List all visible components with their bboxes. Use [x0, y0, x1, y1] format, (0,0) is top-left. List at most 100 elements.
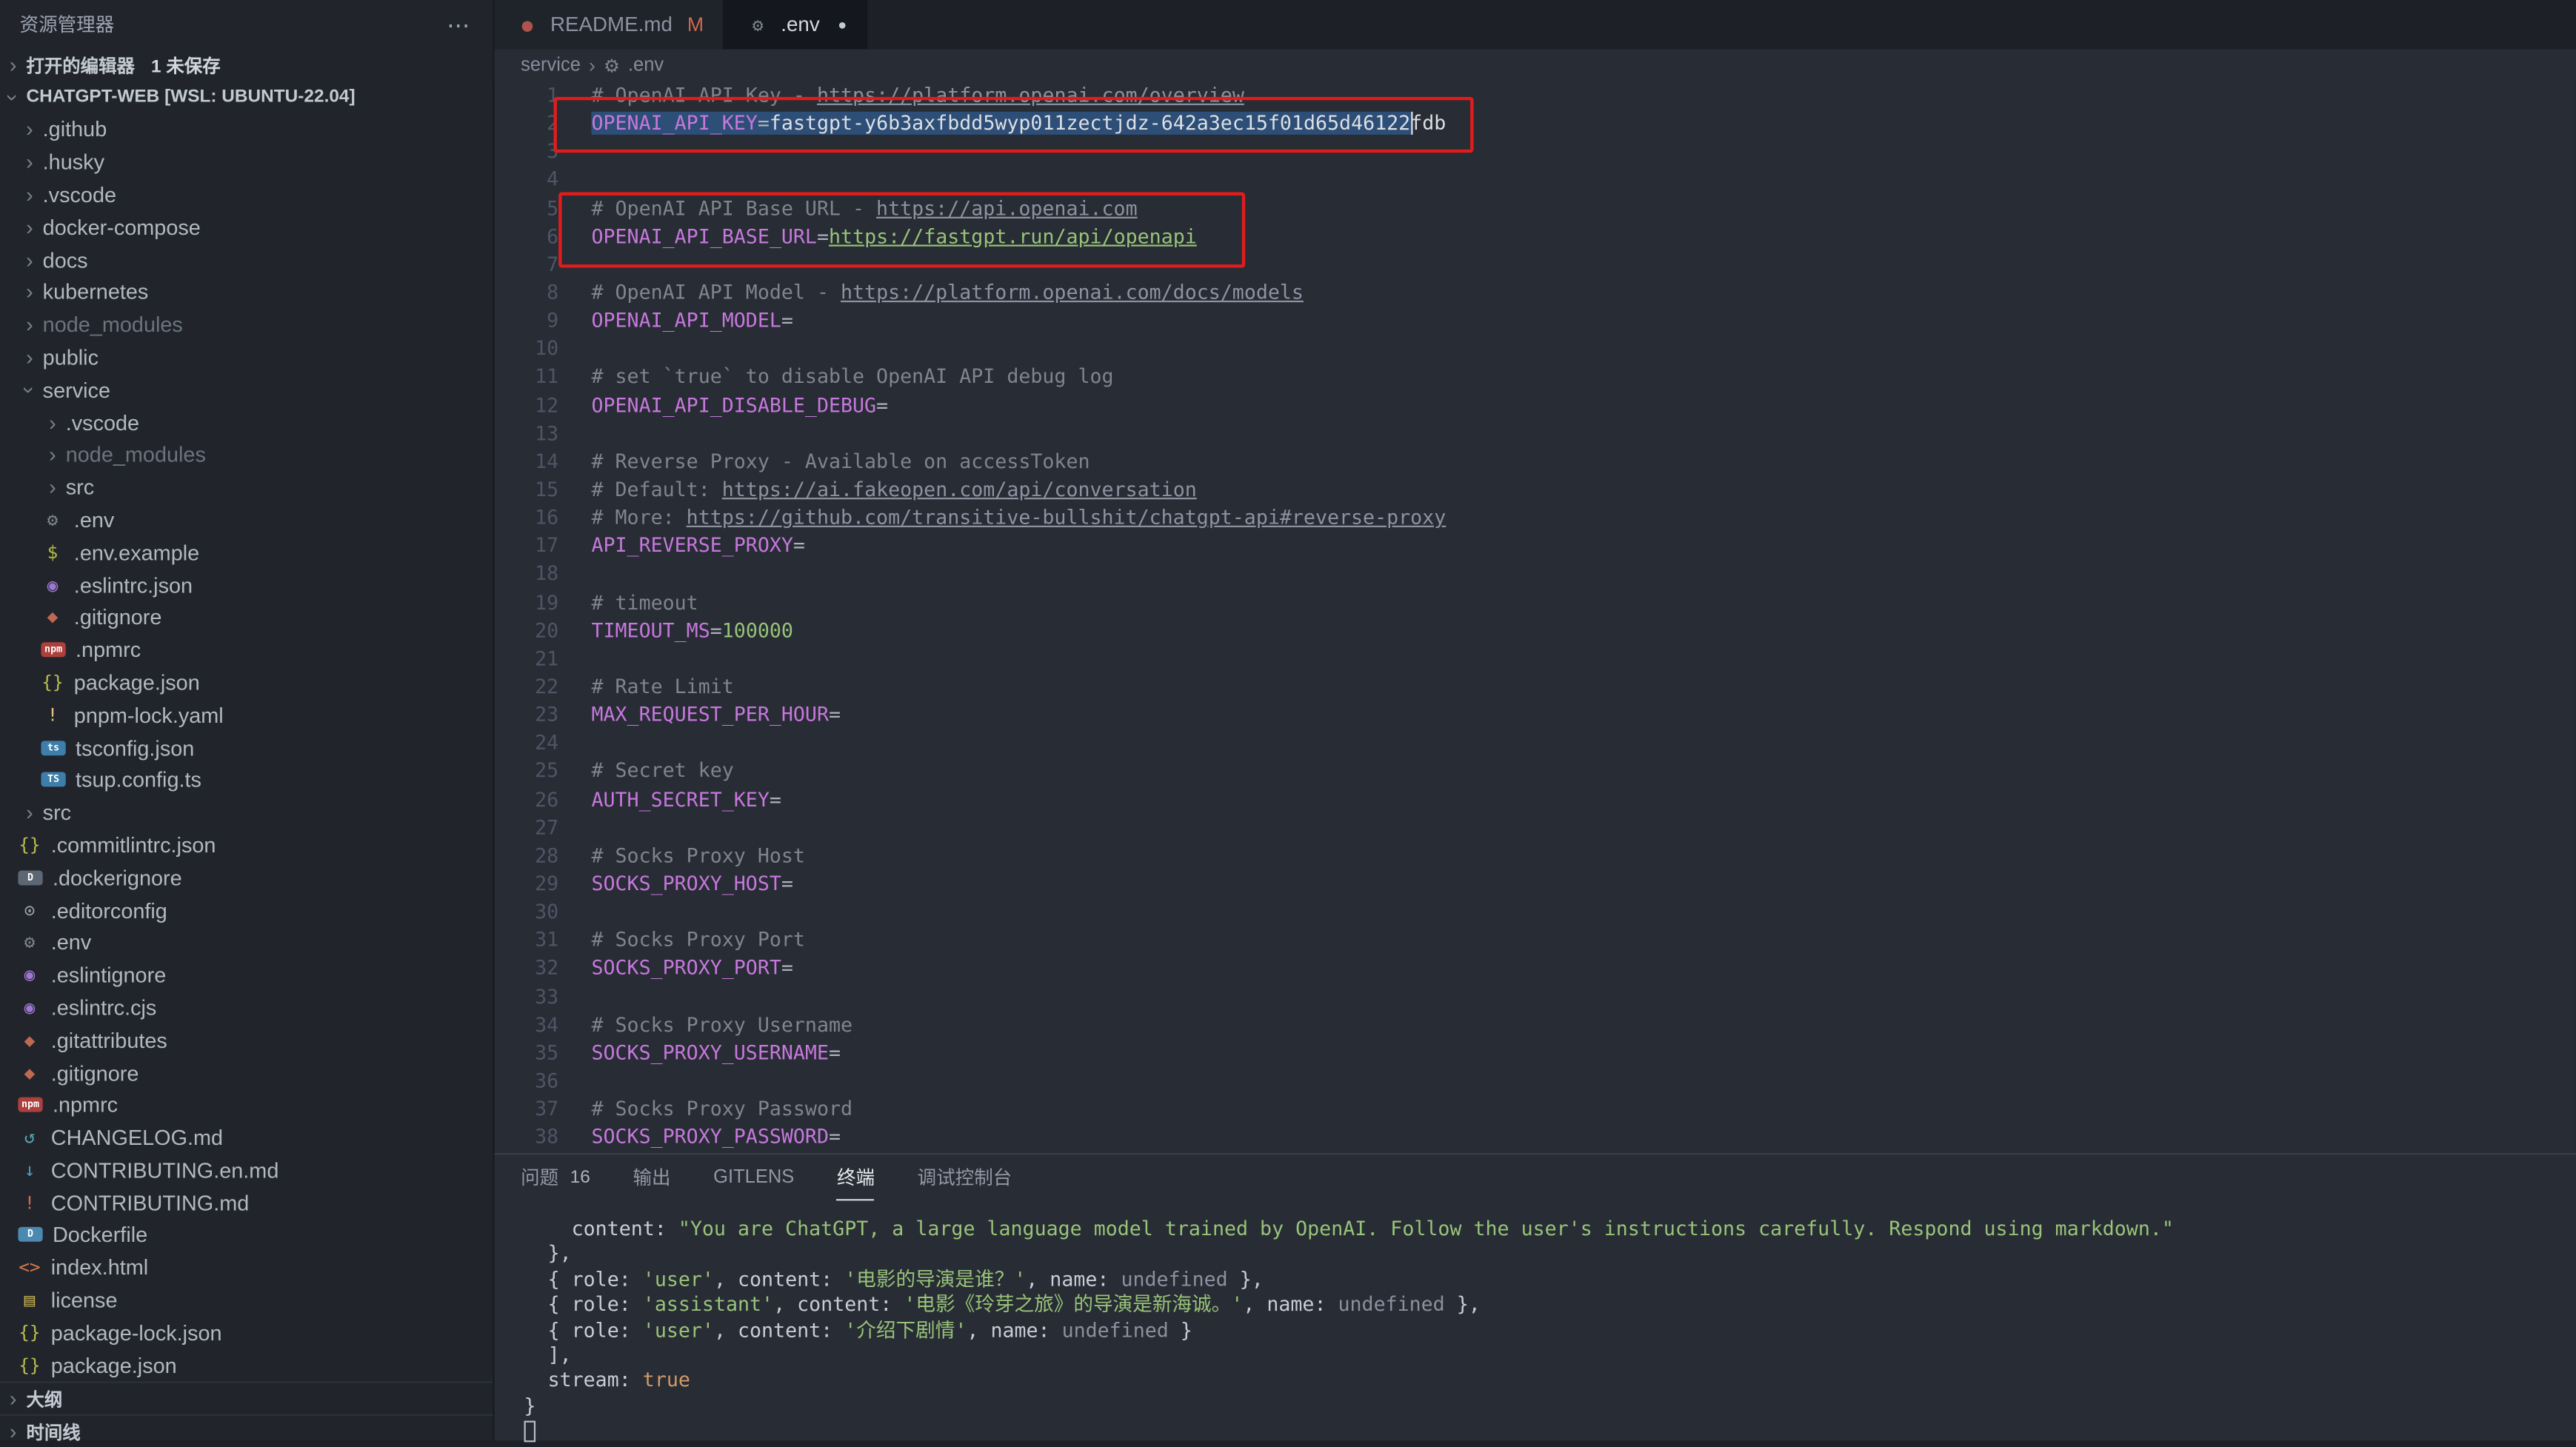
code-line[interactable]: 38SOCKS_PROXY_PASSWORD=: [495, 1124, 2576, 1152]
tree-item-.gitattributes[interactable]: ◆.gitattributes: [0, 1024, 493, 1057]
breadcrumb-item-service[interactable]: service: [521, 56, 581, 76]
code-line[interactable]: 7: [495, 251, 2576, 279]
tree-item-index.html[interactable]: <>index.html: [0, 1251, 493, 1284]
code-line[interactable]: 23MAX_REQUEST_PER_HOUR=: [495, 701, 2576, 729]
code-line[interactable]: 31# Socks Proxy Port: [495, 926, 2576, 955]
tree-item-changelog.md[interactable]: ↺CHANGELOG.md: [0, 1121, 493, 1154]
code-line[interactable]: 33: [495, 983, 2576, 1011]
code-line[interactable]: 34# Socks Proxy Username: [495, 1011, 2576, 1039]
code-line[interactable]: 22# Rate Limit: [495, 673, 2576, 701]
chevron-right-icon: ›: [16, 150, 42, 174]
tree-item-contributing.en.md[interactable]: ↓CONTRIBUTING.en.md: [0, 1154, 493, 1186]
unsaved-dot-icon[interactable]: ●: [838, 16, 847, 33]
tree-item-tsconfig.json[interactable]: tstsconfig.json: [0, 731, 493, 763]
tree-item-label: CHANGELOG.md: [51, 1126, 223, 1150]
code-line[interactable]: 13: [495, 420, 2576, 448]
code-line[interactable]: 6OPENAI_API_BASE_URL=https://fastgpt.run…: [495, 223, 2576, 251]
tree-item-.npmrc[interactable]: npm.npmrc: [0, 1089, 493, 1121]
panel-tab-problems[interactable]: 问题16: [521, 1154, 590, 1200]
code-line[interactable]: 8# OpenAI API Model - https://platform.o…: [495, 279, 2576, 307]
code-line[interactable]: 4: [495, 167, 2576, 195]
code-line[interactable]: 25# Secret key: [495, 758, 2576, 786]
code-line[interactable]: 16# More: https://github.com/transitive-…: [495, 504, 2576, 532]
tree-item-.npmrc[interactable]: npm.npmrc: [0, 634, 493, 666]
code-line[interactable]: 28# Socks Proxy Host: [495, 842, 2576, 870]
tab-readme[interactable]: ●README.mdM: [495, 0, 725, 50]
tree-item-src[interactable]: ›src: [0, 471, 493, 504]
code-line[interactable]: 37# Socks Proxy Password: [495, 1096, 2576, 1124]
breadcrumb-item-env[interactable]: .env: [628, 56, 664, 76]
line-number: 18: [495, 561, 559, 589]
tree-item-license[interactable]: ▤license: [0, 1284, 493, 1317]
panel-tab-gitlens[interactable]: GITLENS: [713, 1154, 794, 1200]
code-line[interactable]: 19# timeout: [495, 589, 2576, 617]
open-editors-section-header[interactable]: › 打开的编辑器 1 未保存: [0, 50, 493, 81]
code-line[interactable]: 29SOCKS_PROXY_HOST=: [495, 870, 2576, 898]
code-line[interactable]: 11# set `true` to disable OpenAI API deb…: [495, 364, 2576, 392]
tree-item-kubernetes[interactable]: ›kubernetes: [0, 276, 493, 309]
tree-item-.eslintrc.json[interactable]: ◉.eslintrc.json: [0, 569, 493, 601]
panel-tab-terminal[interactable]: 终端: [837, 1154, 875, 1200]
tree-item-node_modules[interactable]: ›node_modules: [0, 438, 493, 471]
code-line[interactable]: 20TIMEOUT_MS=100000: [495, 617, 2576, 645]
panel-tab-debug-console[interactable]: 调试控制台: [918, 1154, 1012, 1200]
code-line[interactable]: 9OPENAI_API_MODEL=: [495, 307, 2576, 335]
tree-item-.eslintrc.cjs[interactable]: ◉.eslintrc.cjs: [0, 992, 493, 1024]
code-line[interactable]: 2OPENAI_API_KEY=fastgpt-y6b3axfbdd5wyp01…: [495, 110, 2576, 138]
code-line[interactable]: 26AUTH_SECRET_KEY=: [495, 786, 2576, 814]
code-line[interactable]: 24: [495, 729, 2576, 758]
tree-item-.env.example[interactable]: $.env.example: [0, 536, 493, 569]
tree-item-.env[interactable]: ⚙.env: [0, 926, 493, 959]
code-line[interactable]: 1# OpenAI API Key - https://platform.ope…: [495, 82, 2576, 110]
line-number: 32: [495, 955, 559, 983]
tree-item-tsup.config.ts[interactable]: TStsup.config.ts: [0, 763, 493, 796]
tree-item-contributing.md[interactable]: !CONTRIBUTING.md: [0, 1186, 493, 1219]
tree-item-package.json[interactable]: {}package.json: [0, 1349, 493, 1382]
tree-item-service[interactable]: ›service: [0, 373, 493, 406]
code-line[interactable]: 27: [495, 814, 2576, 842]
code-line[interactable]: 14# Reverse Proxy - Available on accessT…: [495, 448, 2576, 476]
tree-item-.env[interactable]: ⚙.env: [0, 504, 493, 536]
code-line[interactable]: 36: [495, 1068, 2576, 1096]
code-line[interactable]: 30: [495, 898, 2576, 926]
terminal-output[interactable]: content: "You are ChatGPT, a large langu…: [495, 1200, 2576, 1445]
tree-item-.github[interactable]: ›.github: [0, 113, 493, 146]
tree-item-.eslintignore[interactable]: ◉.eslintignore: [0, 959, 493, 992]
tree-item-node_modules[interactable]: ›node_modules: [0, 308, 493, 341]
project-root-header[interactable]: › CHATGPT-WEB [WSL: UBUNTU-22.04]: [0, 81, 493, 113]
code-line[interactable]: 32SOCKS_PROXY_PORT=: [495, 955, 2576, 983]
code-line[interactable]: 35SOCKS_PROXY_USERNAME=: [495, 1040, 2576, 1068]
tree-item-src[interactable]: ›src: [0, 796, 493, 829]
explorer-more-actions-icon[interactable]: ⋯: [447, 10, 470, 39]
outline-section-header[interactable]: › 大纲: [0, 1382, 493, 1414]
tree-item-.editorconfig[interactable]: ⊙.editorconfig: [0, 894, 493, 926]
tree-item-.gitignore[interactable]: ◆.gitignore: [0, 601, 493, 634]
code-line[interactable]: 5# OpenAI API Base URL - https://api.ope…: [495, 195, 2576, 223]
terminal-line: ],: [524, 1343, 2576, 1369]
tree-item-pnpm-lock.yaml[interactable]: !pnpm-lock.yaml: [0, 698, 493, 731]
code-line[interactable]: 17API_REVERSE_PROXY=: [495, 532, 2576, 561]
code-line[interactable]: 21: [495, 645, 2576, 673]
code-line[interactable]: 10: [495, 335, 2576, 364]
tree-item-dockerfile[interactable]: DDockerfile: [0, 1219, 493, 1251]
tree-item-public[interactable]: ›public: [0, 341, 493, 373]
code-line[interactable]: 3: [495, 138, 2576, 167]
chevron-right-icon: ›: [16, 117, 42, 141]
tree-item-package-lock.json[interactable]: {}package-lock.json: [0, 1317, 493, 1349]
code-line[interactable]: 15# Default: https://ai.fakeopen.com/api…: [495, 476, 2576, 504]
tab-env[interactable]: ⚙.env●: [725, 0, 868, 50]
panel-tab-output[interactable]: 输出: [633, 1154, 670, 1200]
code-line[interactable]: 18: [495, 561, 2576, 589]
tree-item-.husky[interactable]: ›.husky: [0, 146, 493, 178]
tree-item-.commitlintrc.json[interactable]: {}.commitlintrc.json: [0, 829, 493, 861]
code-editor[interactable]: 1# OpenAI API Key - https://platform.ope…: [495, 82, 2576, 1153]
tree-item-.vscode[interactable]: ›.vscode: [0, 178, 493, 211]
code-line[interactable]: 12OPENAI_API_DISABLE_DEBUG=: [495, 392, 2576, 420]
tree-item-.gitignore[interactable]: ◆.gitignore: [0, 1056, 493, 1089]
tree-item-docs[interactable]: ›docs: [0, 244, 493, 276]
tree-item-package.json[interactable]: {}package.json: [0, 666, 493, 699]
tree-item-.vscode[interactable]: ›.vscode: [0, 406, 493, 438]
tree-item-.dockerignore[interactable]: D.dockerignore: [0, 861, 493, 894]
timeline-section-header[interactable]: › 时间线: [0, 1414, 493, 1447]
tree-item-docker-compose[interactable]: ›docker-compose: [0, 211, 493, 244]
